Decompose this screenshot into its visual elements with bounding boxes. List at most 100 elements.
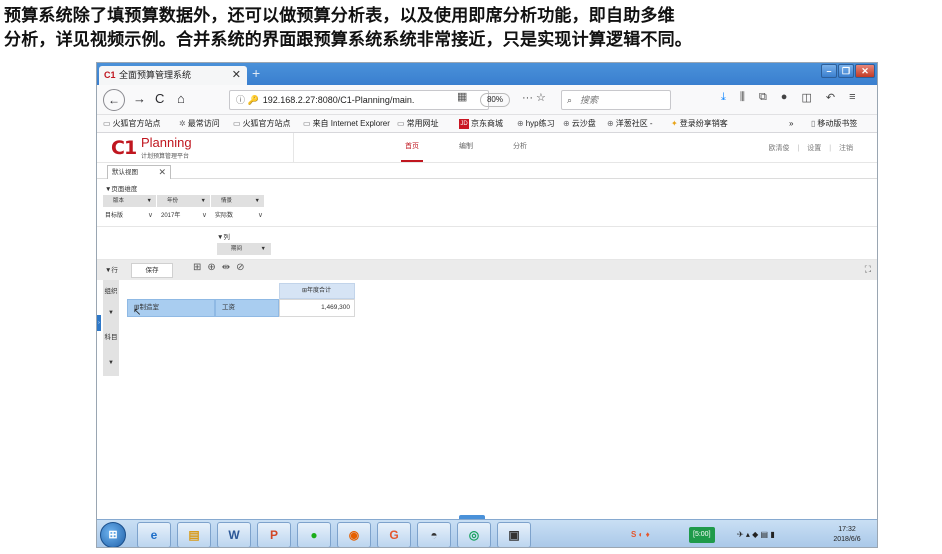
sidebar-icon[interactable]: ◫ [801, 91, 811, 104]
user-name[interactable]: 欧清俊 [769, 145, 790, 152]
chat-icon[interactable]: ● [781, 91, 788, 104]
row-header-subject[interactable]: 工资 [215, 299, 279, 317]
back-button[interactable]: ← [103, 89, 125, 111]
column-section-title[interactable]: ▼列 [217, 231, 230, 241]
bookmark-item[interactable]: ▯ 移动版书签 [811, 115, 857, 133]
layout-icon[interactable]: ⊞ [193, 262, 201, 273]
screenshot-icon[interactable]: ⧉ [759, 91, 767, 104]
filter-icon[interactable]: ▼ [147, 195, 152, 207]
wechat-icon[interactable]: ● [297, 522, 331, 547]
forward-button[interactable]: → [133, 91, 146, 106]
settings-link[interactable]: 设置 [807, 145, 821, 152]
recorder-icon[interactable]: ▣ [497, 522, 531, 547]
screen: C1 全面预算管理系统 ✕ + – ❐ ✕ ← → C ⌂ ⓘ 🔑 192.168… [96, 62, 878, 548]
chrome-icon[interactable]: ◎ [457, 522, 491, 547]
qq-icon[interactable]: ◓ [417, 522, 451, 547]
logout-link[interactable]: 注销 [839, 145, 853, 152]
search-input[interactable]: ⌕ 搜索 [561, 90, 671, 110]
globe-icon: ⊕ [563, 119, 570, 128]
download-icon[interactable]: ⤓ [721, 91, 726, 104]
tab-close-icon[interactable]: ✕ [232, 66, 241, 85]
tab-default-view[interactable]: 默认视图 ✕ [107, 165, 171, 179]
more-bookmarks-icon[interactable]: » [789, 115, 793, 133]
side-expand-handle[interactable]: › [97, 315, 101, 331]
input-method-icon[interactable]: S ◐ ♦ [631, 524, 650, 546]
bookmark-item[interactable]: ⊕ hyp练习 [517, 115, 555, 133]
pivot-icon[interactable]: ⊕ [207, 262, 215, 273]
home-button[interactable]: ⌂ [177, 91, 185, 106]
save-button[interactable]: 保存 [131, 263, 173, 278]
sogou-icon[interactable]: G [377, 522, 411, 547]
bookmark-item[interactable]: ✦ 登录纷享销客 [671, 115, 728, 133]
qr-code-icon[interactable]: ▦ [457, 90, 467, 103]
view-tabs: 默认视图 ✕ [97, 163, 877, 179]
powerpoint-icon[interactable]: P [257, 522, 291, 547]
filter-icon[interactable]: ▼ [261, 243, 266, 255]
nav-analysis[interactable]: 分析 [513, 141, 527, 151]
clear-filter-icon[interactable]: ⊘ [236, 262, 244, 273]
new-tab-icon[interactable]: + [252, 65, 260, 81]
minimize-button[interactable]: – [821, 64, 837, 78]
table-row: ⊞制造室 工资 1,469,300 [127, 299, 355, 317]
nav-edit[interactable]: 编制 [459, 141, 473, 151]
library-icon[interactable]: ⫼ [740, 91, 745, 104]
logo-name: Planning [141, 135, 192, 150]
menu-icon[interactable]: ≡ [849, 91, 855, 104]
bookmark-item[interactable]: ✲ 最常访问 [179, 115, 220, 133]
nav-home[interactable]: 首页 [401, 141, 423, 162]
swap-icon[interactable]: ⇹ [222, 262, 230, 273]
window-controls: – ❐ ✕ [821, 64, 875, 78]
firefox-icon[interactable]: ◉ [337, 522, 371, 547]
dimension-header-version[interactable]: 版本 ▼ [103, 195, 157, 207]
bookmark-item[interactable]: ▭ 火狐官方站点 [103, 115, 161, 133]
filter-icon[interactable]: ▼ [103, 310, 119, 316]
row-section-title[interactable]: ▼行 [105, 264, 118, 274]
dimension-header-year[interactable]: 年份 ▼ [157, 195, 211, 207]
url-bar[interactable]: ⓘ 🔑 192.168.2.27:8080/C1-Planning/main. [229, 90, 489, 110]
bookmark-item[interactable]: ▭ 火狐官方站点 [233, 115, 291, 133]
mobile-icon: ▯ [811, 119, 816, 128]
column-dimension-period[interactable]: 期间 ▼ [217, 243, 271, 255]
separator: | [797, 145, 800, 152]
grid-column-header[interactable]: ⊞年度合计 [279, 283, 355, 299]
page-dimension-title[interactable]: ▼页面维度 [105, 183, 137, 193]
bookmarks-bar: ▭ 火狐官方站点 ✲ 最常访问 ▭ 火狐官方站点 ▭ 来自 Internet Explo… [97, 115, 877, 133]
fullscreen-icon[interactable]: ⛶ [865, 264, 871, 275]
start-button[interactable]: ⊞ [100, 522, 126, 547]
filter-icon[interactable]: ▼ [103, 360, 119, 366]
explorer-icon[interactable]: ▤ [177, 522, 211, 547]
bookmark-item[interactable]: JD 京东商城 [459, 115, 503, 133]
clock-time: 17:32 [838, 526, 856, 533]
undo-icon[interactable]: ↶ [826, 91, 835, 104]
divider [97, 226, 877, 227]
word-icon[interactable]: W [217, 522, 251, 547]
bookmark-item[interactable]: ▭ 来自 Internet Explorer [303, 115, 390, 133]
bookmark-item[interactable]: ⊕ 云沙盘 [563, 115, 596, 133]
search-icon: ⌕ [567, 95, 573, 105]
page-actions-icon[interactable]: ··· ☆ [522, 91, 546, 104]
caption-line-1: 预算系统除了填预算数据外，还可以做预算分析表，以及使用即席分析功能，即自助多维 [4, 6, 675, 26]
close-window-button[interactable]: ✕ [855, 64, 875, 78]
tray-icons[interactable]: ✈ ▴ ◆ ▤ ▮ [737, 524, 775, 546]
restore-button[interactable]: ❐ [838, 64, 854, 78]
version-select[interactable]: 目标版 ∨ [103, 210, 157, 222]
close-icon[interactable]: ✕ [158, 166, 166, 179]
reload-button[interactable]: C [155, 91, 164, 106]
scenario-select[interactable]: 实际数 ∨ [213, 210, 267, 222]
row-dim-organization[interactable]: 组织 [103, 288, 119, 296]
browser-tab[interactable]: C1 全面预算管理系统 ✕ [99, 66, 247, 85]
view-tab-label: 默认视图 [112, 169, 138, 176]
ie-icon[interactable]: e [137, 522, 171, 547]
row-dim-subject[interactable]: 科目 [103, 334, 119, 342]
bookmark-item[interactable]: ▭ 常用网址 [397, 115, 439, 133]
filter-icon[interactable]: ▼ [201, 195, 206, 207]
year-select[interactable]: 2017年 ∨ [159, 210, 211, 222]
system-clock[interactable]: 17:32 2018/6/6 [825, 525, 869, 545]
dimension-header-scenario[interactable]: 情景 ▼ [211, 195, 265, 207]
zoom-level[interactable]: 80% [480, 93, 510, 107]
bookmark-item[interactable]: ⊕ 洋葱社区 - [607, 115, 653, 133]
lock-icon: ⓘ 🔑 [236, 95, 259, 105]
data-cell[interactable]: 1,469,300 [279, 299, 355, 317]
browser-titlebar: C1 全面预算管理系统 ✕ + – ❐ ✕ [97, 63, 877, 85]
filter-icon[interactable]: ▼ [255, 195, 260, 207]
